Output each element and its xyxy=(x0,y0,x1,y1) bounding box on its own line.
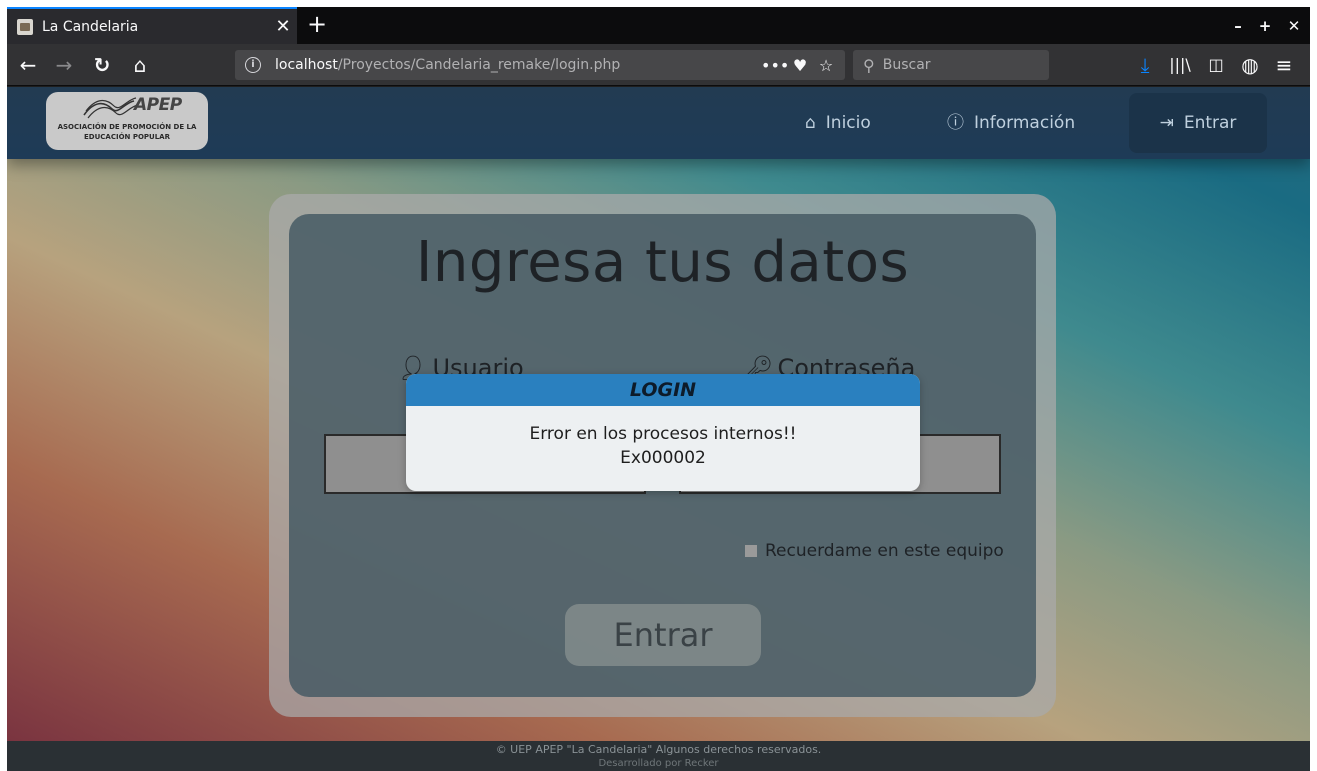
home-icon[interactable]: ⌂ xyxy=(127,52,153,78)
bookmark-star-icon[interactable]: ☆ xyxy=(813,56,839,75)
page-actions-icon[interactable]: ••• xyxy=(761,56,789,75)
browser-window: La Candelaria ✕ + – + ✕ ← → ↻ ⌂ i localh… xyxy=(7,7,1310,771)
footer-copyright: © UEP APEP "La Candelaria" Algunos derec… xyxy=(495,743,822,756)
menu-icon[interactable]: ≡ xyxy=(1271,52,1297,78)
site-header: APEP ASOCIACIÓN DE PROMOCIÓN DE LA EDUCA… xyxy=(7,87,1310,159)
forward-icon[interactable]: → xyxy=(51,52,77,78)
reload-icon[interactable]: ↻ xyxy=(89,52,115,78)
remember-checkbox[interactable] xyxy=(745,545,757,557)
favicon-icon xyxy=(17,18,33,35)
web-page: APEP ASOCIACIÓN DE PROMOCIÓN DE LA EDUCA… xyxy=(7,87,1310,741)
search-input: Buscar xyxy=(882,57,931,73)
apep-logo[interactable]: APEP ASOCIACIÓN DE PROMOCIÓN DE LA EDUCA… xyxy=(46,92,208,150)
minimize-icon[interactable]: – xyxy=(1227,15,1249,37)
close-window-icon[interactable]: ✕ xyxy=(1283,15,1305,37)
url-text[interactable]: localhost/Proyectos/Candelaria_remake/lo… xyxy=(275,57,761,73)
sidebar-icon[interactable]: ◫ xyxy=(1203,52,1229,78)
info-circle-icon: ⓘ xyxy=(947,113,964,133)
close-tab-icon[interactable]: ✕ xyxy=(269,16,297,37)
sign-in-icon: ⇥ xyxy=(1159,113,1174,133)
nav-informacion-label: Información xyxy=(974,113,1076,133)
nav-inicio-label: Inicio xyxy=(825,113,871,133)
globe-icon[interactable]: ◍ xyxy=(1237,52,1263,78)
search-bar[interactable]: ⚲ Buscar xyxy=(853,50,1049,80)
logo-subtitle: ASOCIACIÓN DE PROMOCIÓN DE LA EDUCACIÓN … xyxy=(57,123,197,141)
logo-wordmark: APEP xyxy=(134,95,182,115)
site-info-icon[interactable]: i xyxy=(245,57,261,73)
back-icon[interactable]: ← xyxy=(15,52,41,78)
tab-bar: La Candelaria ✕ + – + ✕ xyxy=(7,7,1310,44)
modal-error-code: Ex000002 xyxy=(620,448,706,468)
url-path: /Proyectos/Candelaria_remake/login.php xyxy=(337,57,621,73)
nav-informacion[interactable]: ⓘ Información xyxy=(947,103,1075,143)
site-footer: © UEP APEP "La Candelaria" Algunos derec… xyxy=(7,741,1310,771)
navigation-bar: ← → ↻ ⌂ i localhost/Proyectos/Candelaria… xyxy=(7,44,1310,86)
url-bar[interactable]: i localhost/Proyectos/Candelaria_remake/… xyxy=(235,50,845,80)
tab-la-candelaria[interactable]: La Candelaria ✕ xyxy=(7,7,297,44)
download-icon[interactable]: ⤓ xyxy=(1132,52,1158,78)
pocket-icon[interactable]: ♥ xyxy=(787,56,813,75)
home-icon: ⌂ xyxy=(805,113,816,133)
login-title: Ingresa tus datos xyxy=(415,230,910,295)
search-icon: ⚲ xyxy=(863,55,875,75)
url-host: localhost xyxy=(275,57,338,73)
maximize-icon[interactable]: + xyxy=(1254,15,1276,37)
remember-me[interactable]: Recuerdame en este equipo xyxy=(745,541,1004,561)
new-tab-icon[interactable]: + xyxy=(303,11,331,39)
modal-title: LOGIN xyxy=(406,374,920,406)
tab-title: La Candelaria xyxy=(42,18,139,35)
nav-inicio[interactable]: ⌂ Inicio xyxy=(805,103,871,143)
library-icon[interactable]: |||\ xyxy=(1167,52,1193,78)
entrar-button[interactable]: Entrar xyxy=(565,604,761,666)
error-modal[interactable]: LOGIN Error en los procesos internos!! E… xyxy=(406,374,920,491)
nav-entrar[interactable]: ⇥ Entrar xyxy=(1129,93,1267,153)
nav-entrar-label: Entrar xyxy=(1183,113,1237,133)
remember-label: Recuerdame en este equipo xyxy=(765,541,1004,561)
footer-credits: Desarrollado por Recker xyxy=(598,758,719,769)
modal-message: Error en los procesos internos!! xyxy=(529,424,797,444)
